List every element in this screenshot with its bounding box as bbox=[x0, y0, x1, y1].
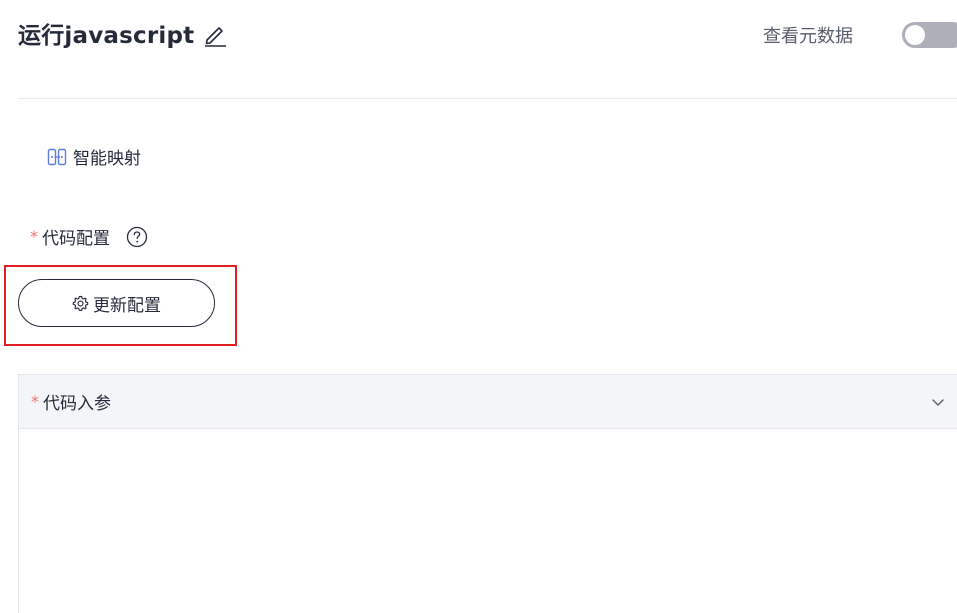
view-metadata-toggle[interactable] bbox=[902, 22, 957, 48]
panel-header: 运行javascript 查看元数据 bbox=[18, 10, 957, 56]
required-mark: * bbox=[30, 227, 38, 246]
node-title: 运行javascript bbox=[18, 16, 228, 50]
code-params-section-header[interactable]: * 代码入参 bbox=[18, 374, 957, 429]
code-config-label: 代码配置 bbox=[42, 229, 110, 249]
required-mark: * bbox=[31, 392, 39, 411]
update-config-button[interactable]: 更新配置 bbox=[18, 279, 215, 327]
view-metadata-label: 查看元数据 bbox=[763, 26, 853, 47]
pencil-icon[interactable] bbox=[202, 21, 228, 47]
update-config-label: 更新配置 bbox=[93, 295, 161, 316]
gear-icon bbox=[72, 295, 89, 311]
header-divider bbox=[18, 98, 957, 99]
smart-mapping-label: 智能映射 bbox=[73, 149, 141, 169]
node-config-panel: 运行javascript 查看元数据 智能映射 * 代码配置 更新配置 * 代码… bbox=[0, 0, 957, 613]
node-title-text: 运行javascript bbox=[18, 23, 195, 49]
code-params-title: * 代码入参 bbox=[31, 389, 111, 414]
toggle-knob bbox=[905, 25, 925, 45]
code-params-label: 代码入参 bbox=[43, 394, 111, 414]
code-config-field: * 代码配置 bbox=[30, 224, 148, 249]
smart-mapping-button[interactable]: 智能映射 bbox=[47, 144, 141, 169]
code-params-body bbox=[18, 429, 957, 613]
mapping-icon bbox=[47, 148, 67, 165]
chevron-down-icon[interactable] bbox=[929, 393, 947, 411]
help-circle-icon[interactable] bbox=[126, 226, 148, 248]
